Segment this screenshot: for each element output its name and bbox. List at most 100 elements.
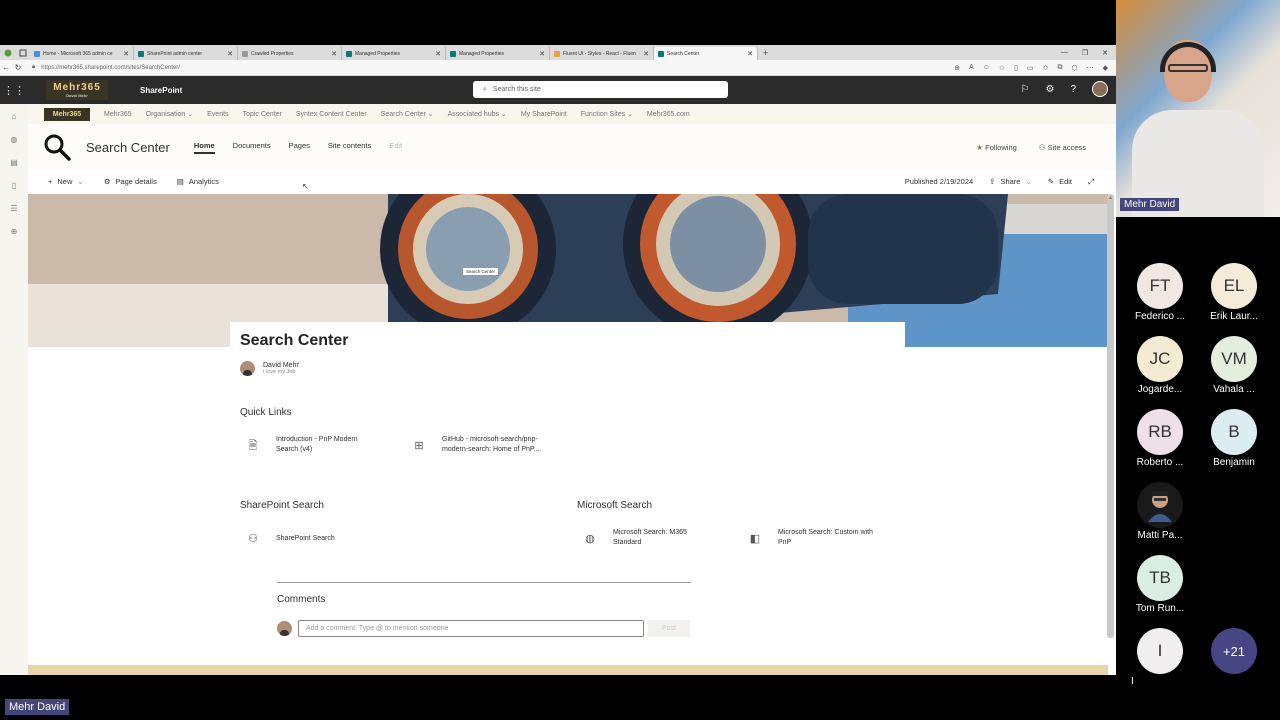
participant-tile[interactable]: B Benjamin bbox=[1199, 409, 1269, 468]
participant-tile[interactable]: EL Erik Laur... bbox=[1199, 263, 1269, 322]
glasses-icon bbox=[1168, 64, 1208, 72]
participant-tile[interactable]: VM Vahala ... bbox=[1199, 336, 1269, 395]
maximize-icon[interactable]: ❐ bbox=[1082, 49, 1088, 57]
quick-link-item[interactable]: ⚇ SharePoint Search bbox=[242, 528, 335, 550]
author-name[interactable]: David Mehr bbox=[263, 362, 299, 369]
browser-app-icon[interactable] bbox=[3, 48, 13, 58]
app-launcher-icon[interactable]: ⋮⋮ bbox=[0, 84, 28, 97]
scroll-up-icon[interactable]: ▲ bbox=[1108, 195, 1113, 201]
browser-tab[interactable]: Home - Microsoft 365 admin ce ✕ bbox=[30, 47, 134, 60]
copilot-icon[interactable]: ◆ bbox=[1103, 64, 1108, 72]
close-tab-icon[interactable]: ✕ bbox=[643, 50, 649, 58]
create-icon[interactable]: ⊕ bbox=[11, 227, 18, 236]
nav-pages[interactable]: Pages bbox=[289, 141, 310, 154]
site-access-button[interactable]: ⚇ Site access bbox=[1039, 143, 1086, 152]
home-icon[interactable]: ⌂ bbox=[12, 112, 17, 121]
back-icon[interactable]: ← bbox=[0, 63, 12, 72]
browser-tab[interactable]: Fluent UI - Styles - React - Fluen ✕ bbox=[550, 47, 654, 60]
hub-logo[interactable]: Mehr365 bbox=[44, 107, 90, 121]
participant-tile[interactable]: Matti Pa... bbox=[1125, 482, 1195, 541]
quick-link-item[interactable]: ⊞ GitHub - microsoft-search/pnp-modern-s… bbox=[408, 435, 539, 457]
browser-tab[interactable]: Managed Properties ✕ bbox=[342, 47, 446, 60]
tab-actions-icon[interactable] bbox=[18, 48, 28, 58]
refresh-icon[interactable]: ↻ bbox=[12, 63, 24, 72]
hub-item-topic-center[interactable]: Topic Center bbox=[243, 111, 282, 118]
favorites-icon[interactable]: ✩ bbox=[1043, 64, 1049, 72]
account-avatar[interactable] bbox=[1092, 81, 1108, 97]
hub-item-organisation[interactable]: Organisation ⌄ bbox=[146, 110, 194, 118]
close-tab-icon[interactable]: ✕ bbox=[123, 50, 129, 58]
post-button[interactable]: Post bbox=[648, 620, 690, 637]
edit-button[interactable]: ✎ Edit bbox=[1048, 177, 1072, 186]
quick-link-item[interactable]: 🗎︎ Introduction - PnP Modern Search (v4) bbox=[242, 435, 358, 457]
analytics-button[interactable]: ▤ Analytics bbox=[177, 177, 219, 186]
participant-tile[interactable]: JC Jogarde... bbox=[1125, 336, 1195, 395]
page-details-button[interactable]: ⚙ Page details bbox=[104, 177, 157, 186]
extensions-icon[interactable]: ⬡ bbox=[1071, 64, 1077, 72]
avatar[interactable] bbox=[240, 361, 255, 376]
participant-tile[interactable]: II bbox=[1125, 628, 1195, 687]
tab-sidebar-icon[interactable]: ▭ bbox=[1027, 64, 1034, 72]
read-aloud-icon[interactable]: A bbox=[969, 64, 974, 72]
close-tab-icon[interactable]: ✕ bbox=[331, 50, 337, 58]
feedback-icon[interactable]: ⚐ bbox=[1021, 84, 1030, 95]
lists-icon[interactable]: ☰ bbox=[10, 204, 17, 213]
more-icon[interactable]: ⋯ bbox=[1087, 64, 1094, 72]
close-tab-icon[interactable]: ✕ bbox=[227, 50, 233, 58]
participant-name: Federico ... bbox=[1134, 311, 1186, 322]
new-button[interactable]: + New ⌄ bbox=[48, 177, 84, 186]
new-tab-icon[interactable]: + bbox=[763, 48, 768, 58]
favorite-star-icon[interactable]: ☆ bbox=[999, 64, 1005, 72]
close-tab-icon[interactable]: ✕ bbox=[747, 50, 753, 58]
nav-edit[interactable]: Edit bbox=[389, 141, 402, 154]
quick-link-item[interactable]: ◧ Microsoft Search: Custom with PnP bbox=[744, 528, 873, 550]
quick-link-item[interactable]: ◍ Microsoft Search: M365 Standard bbox=[579, 528, 687, 550]
nav-home[interactable]: Home bbox=[193, 141, 215, 154]
close-tab-icon[interactable]: ✕ bbox=[435, 50, 441, 58]
settings-gear-icon[interactable]: ⚙ bbox=[1045, 84, 1054, 95]
participant-tile[interactable]: TB Tom Run... bbox=[1125, 555, 1195, 614]
following-button[interactable]: ★ Following bbox=[976, 143, 1017, 152]
participant-tile[interactable]: FT Federico ... bbox=[1125, 263, 1195, 322]
site-search-box[interactable]: ⌕ Search this site bbox=[473, 81, 728, 98]
hub-item-associated-hubs[interactable]: Associated hubs ⌄ bbox=[448, 110, 507, 118]
nav-documents[interactable]: Documents bbox=[233, 141, 271, 154]
more-participants-button[interactable]: +21 bbox=[1199, 628, 1269, 674]
brand-subtext: David Mehr bbox=[66, 93, 88, 98]
hub-item-events[interactable]: Events bbox=[207, 111, 228, 118]
comment-input[interactable]: Add a comment. Type @ to mention someone bbox=[298, 620, 644, 637]
hub-item-function-sites[interactable]: Function Sites ⌄ bbox=[581, 110, 633, 118]
site-title[interactable]: Search Center bbox=[86, 140, 170, 155]
page-scrollbar[interactable] bbox=[1107, 194, 1114, 638]
close-tab-icon[interactable]: ✕ bbox=[539, 50, 545, 58]
collections-icon[interactable]: ⧉ bbox=[1057, 64, 1062, 72]
files-icon[interactable]: ▯ bbox=[12, 181, 16, 190]
expand-icon[interactable]: ⤢ bbox=[1088, 177, 1094, 187]
participant-tile[interactable]: RB Roberto ... bbox=[1125, 409, 1195, 468]
browser-tab[interactable]: Crawled Properties ✕ bbox=[238, 47, 342, 60]
hub-item-search-center[interactable]: Search Center ⌄ bbox=[381, 110, 434, 118]
news-icon[interactable]: ▤ bbox=[10, 158, 18, 167]
tenant-logo[interactable]: Mehr365 David Mehr bbox=[46, 80, 108, 100]
site-logo-search-icon[interactable] bbox=[42, 132, 72, 162]
hub-item-mehr365[interactable]: Mehr365 bbox=[104, 111, 132, 118]
hub-item-mehr365-com[interactable]: Mehr365.com bbox=[647, 111, 690, 118]
url-field[interactable]: 🔒︎ https://mehr365.sharepoint.com/sites/… bbox=[32, 62, 892, 74]
globe-icon[interactable]: ◍ bbox=[11, 135, 18, 144]
nav-site-contents[interactable]: Site contents bbox=[328, 141, 371, 154]
hub-item-syntex[interactable]: Syntex Content Center bbox=[296, 111, 367, 118]
help-icon[interactable]: ? bbox=[1070, 84, 1076, 95]
app-name[interactable]: SharePoint bbox=[140, 86, 182, 95]
browser-tab-active[interactable]: Search Center ✕ bbox=[654, 47, 758, 60]
browser-toolbar: ⊕ A ☺ ☆ ▯ ▭ ✩ ⧉ ⬡ ⋯ ◆ bbox=[954, 64, 1116, 72]
zoom-icon[interactable]: ⊕ bbox=[954, 64, 960, 72]
split-screen-icon[interactable]: ▯ bbox=[1014, 64, 1018, 72]
profile-icon[interactable]: ☺ bbox=[983, 64, 990, 72]
close-window-icon[interactable]: ✕ bbox=[1102, 49, 1108, 57]
hub-item-my-sharepoint[interactable]: My SharePoint bbox=[521, 111, 567, 118]
browser-tab[interactable]: SharePoint admin center ✕ bbox=[134, 47, 238, 60]
suite-icons: ⚐ ⚙ ? bbox=[1021, 81, 1108, 97]
browser-tab[interactable]: Managed Properties ✕ bbox=[446, 47, 550, 60]
minimize-icon[interactable]: — bbox=[1061, 49, 1068, 57]
share-button[interactable]: ⇪ Share ⌄ bbox=[989, 177, 1032, 186]
